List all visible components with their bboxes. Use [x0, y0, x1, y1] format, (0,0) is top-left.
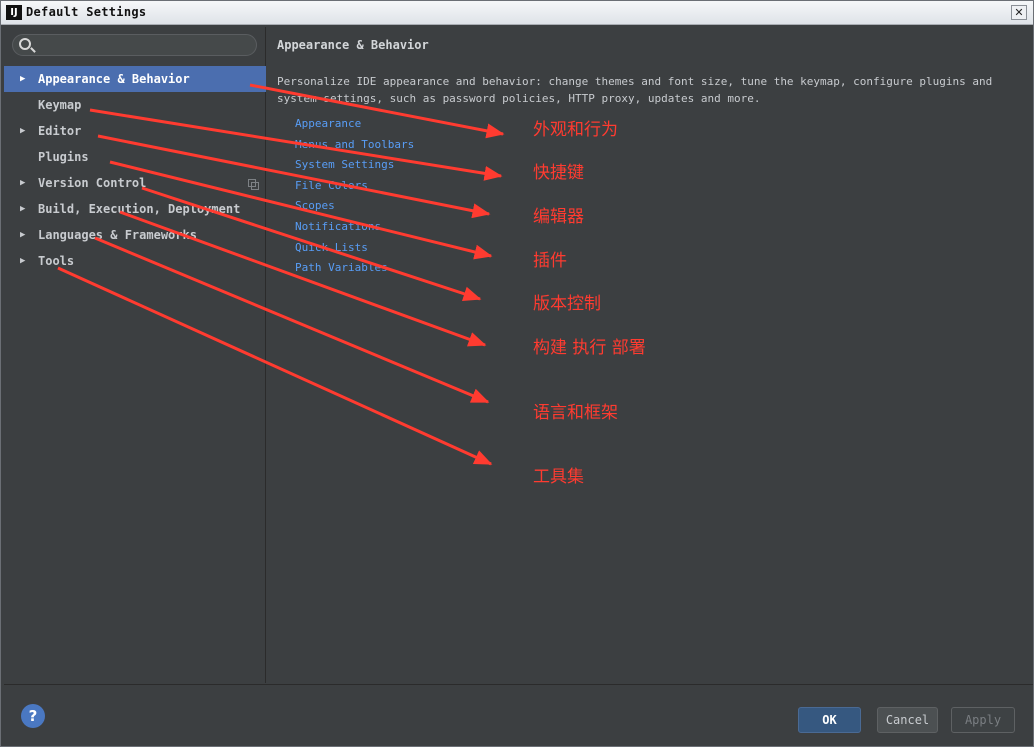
link-notifications[interactable]: Notifications: [295, 218, 414, 239]
tree-item-tools[interactable]: ▶ Tools: [4, 248, 266, 274]
subpage-links: Appearance Menus and Toolbars System Set…: [295, 115, 414, 280]
tree-item-plugins[interactable]: Plugins: [4, 144, 266, 170]
settings-window: IJ Default Settings ✕ ▶ Appearance & Beh…: [0, 0, 1034, 747]
expand-arrow-icon[interactable]: ▶: [20, 222, 30, 248]
link-file-colors[interactable]: File Colors: [295, 177, 414, 198]
dialog-button-bar: ? OK Cancel Apply: [4, 684, 1033, 746]
link-quick-lists[interactable]: Quick Lists: [295, 239, 414, 260]
expand-arrow-icon[interactable]: ▶: [20, 170, 30, 196]
tree-item-label: Plugins: [38, 150, 89, 164]
apply-button: Apply: [951, 707, 1015, 733]
expand-arrow-icon[interactable]: ▶: [20, 118, 30, 144]
tree-item-label: Build, Execution, Deployment: [38, 202, 241, 216]
tree-item-label: Editor: [38, 124, 82, 138]
intellij-app-icon: IJ: [6, 5, 22, 20]
title-bar: IJ Default Settings ✕: [1, 1, 1033, 25]
close-button[interactable]: ✕: [1011, 5, 1027, 20]
tree-item-label: Keymap: [38, 98, 82, 112]
settings-tree: ▶ Appearance & Behavior Keymap ▶ Editor …: [4, 66, 266, 274]
link-system-settings[interactable]: System Settings: [295, 156, 414, 177]
help-button[interactable]: ?: [21, 704, 45, 728]
tree-item-label: Languages & Frameworks: [38, 228, 197, 242]
link-scopes[interactable]: Scopes: [295, 197, 414, 218]
settings-content-panel: Appearance & Behavior Personalize IDE ap…: [267, 27, 1033, 683]
page-title: Appearance & Behavior: [277, 38, 429, 52]
tree-item-version-control[interactable]: ▶ Version Control: [4, 170, 266, 196]
tree-item-editor[interactable]: ▶ Editor: [4, 118, 266, 144]
tree-item-appearance-behavior[interactable]: ▶ Appearance & Behavior: [4, 66, 266, 92]
settings-sidebar: ▶ Appearance & Behavior Keymap ▶ Editor …: [4, 27, 266, 683]
expand-arrow-icon[interactable]: ▶: [20, 66, 30, 92]
link-appearance[interactable]: Appearance: [295, 115, 414, 136]
expand-arrow-icon[interactable]: ▶: [20, 248, 30, 274]
copy-project-icon: [248, 179, 259, 190]
expand-arrow-icon[interactable]: ▶: [20, 196, 30, 222]
tree-item-label: Appearance & Behavior: [38, 72, 190, 86]
window-title: Default Settings: [26, 5, 147, 19]
ok-button[interactable]: OK: [798, 707, 861, 733]
tree-item-label: Tools: [38, 254, 75, 268]
page-description: Personalize IDE appearance and behavior:…: [277, 75, 993, 105]
tree-item-label: Version Control: [38, 176, 147, 190]
tree-item-languages-frameworks[interactable]: ▶ Languages & Frameworks: [4, 222, 266, 248]
search-icon: [19, 38, 31, 50]
tree-item-build-execution-deployment[interactable]: ▶ Build, Execution, Deployment: [4, 196, 266, 222]
link-menus-toolbars[interactable]: Menus and Toolbars: [295, 136, 414, 157]
cancel-button[interactable]: Cancel: [877, 707, 938, 733]
search-input[interactable]: [12, 34, 257, 56]
tree-item-keymap[interactable]: Keymap: [4, 92, 266, 118]
link-path-variables[interactable]: Path Variables: [295, 259, 414, 280]
